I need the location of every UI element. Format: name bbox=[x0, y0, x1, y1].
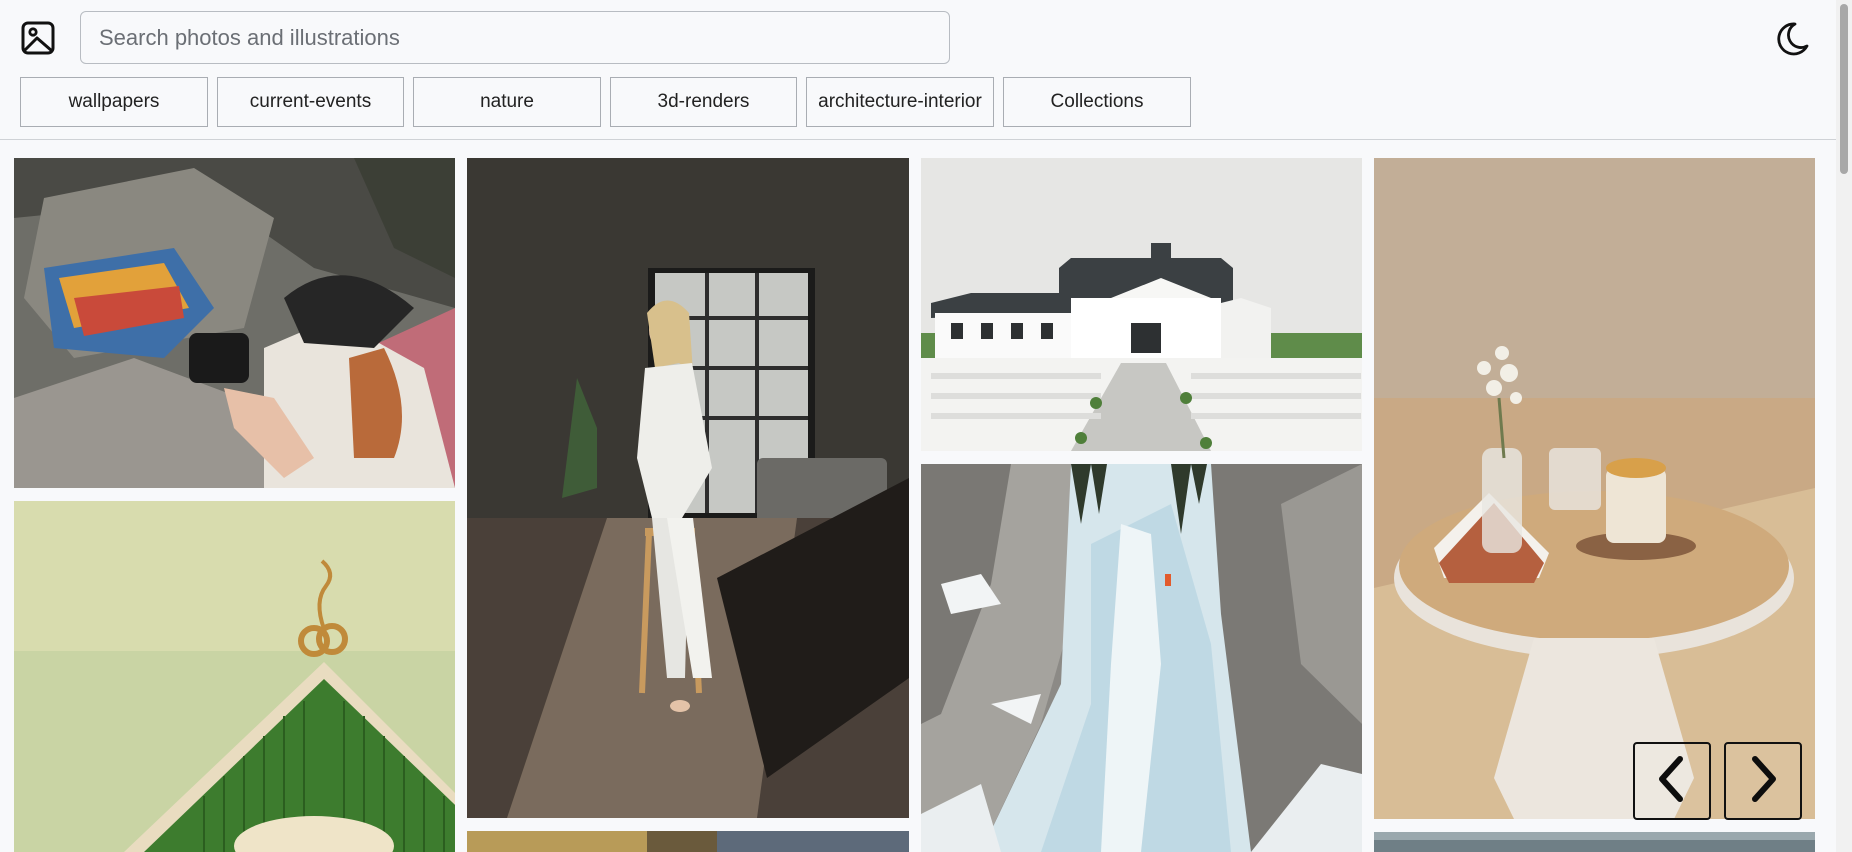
collections-button[interactable]: Collections bbox=[1003, 77, 1191, 127]
photo-tile[interactable] bbox=[467, 831, 909, 852]
photo-tile[interactable] bbox=[14, 158, 455, 488]
chevron-right-icon bbox=[1743, 754, 1783, 809]
topic-chip-architecture-interior[interactable]: architecture-interior bbox=[806, 77, 994, 127]
image-icon[interactable] bbox=[20, 20, 56, 56]
top-bar: wallpapers current-events nature 3d-rend… bbox=[0, 0, 1836, 140]
photo-tile[interactable] bbox=[467, 158, 909, 818]
search-input[interactable] bbox=[80, 11, 950, 64]
photo-tile[interactable] bbox=[1374, 832, 1815, 852]
topic-chip-wallpapers[interactable]: wallpapers bbox=[20, 77, 208, 127]
vertical-scrollbar[interactable] bbox=[1836, 0, 1852, 852]
next-button[interactable] bbox=[1724, 742, 1802, 820]
previous-button[interactable] bbox=[1633, 742, 1711, 820]
photo-tile[interactable] bbox=[921, 464, 1362, 852]
topic-chip-nature[interactable]: nature bbox=[413, 77, 601, 127]
photo-tile[interactable] bbox=[921, 158, 1362, 451]
scrollbar-thumb[interactable] bbox=[1840, 4, 1848, 174]
chevron-left-icon bbox=[1652, 754, 1692, 809]
topic-chip-3d-renders[interactable]: 3d-renders bbox=[610, 77, 797, 127]
moon-icon[interactable] bbox=[1773, 20, 1811, 58]
photo-tile[interactable] bbox=[1374, 158, 1815, 819]
topic-chip-current-events[interactable]: current-events bbox=[217, 77, 404, 127]
photo-tile[interactable] bbox=[14, 501, 455, 852]
